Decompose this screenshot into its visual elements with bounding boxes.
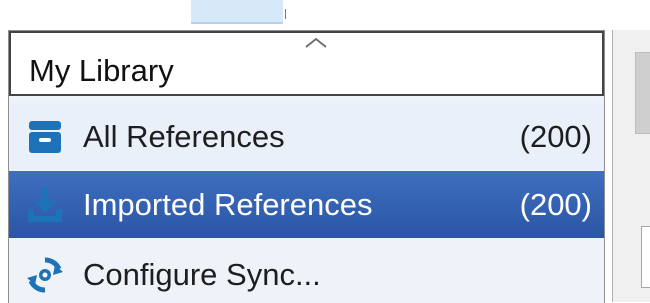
library-item-label: Configure Sync... — [83, 257, 321, 292]
right-pane-field[interactable] — [641, 226, 650, 288]
library-header[interactable]: My Library — [9, 31, 604, 96]
right-pane — [612, 30, 650, 302]
sync-icon — [27, 257, 63, 293]
chevron-up-icon[interactable] — [305, 38, 327, 48]
library-item-all-references[interactable]: All References (200) — [9, 103, 604, 170]
scrollbar-thumb[interactable] — [635, 52, 650, 134]
library-panel: My Library All References (200) Imported… — [8, 30, 605, 303]
library-item-configure-sync[interactable]: Configure Sync... — [9, 241, 604, 303]
library-item-count: (200) — [519, 187, 592, 222]
archive-box-icon — [29, 121, 61, 153]
download-icon — [28, 187, 62, 222]
library-item-label: Imported References — [83, 187, 373, 222]
library-item-imported-references[interactable]: Imported References (200) — [9, 171, 604, 238]
top-tab[interactable] — [191, 0, 283, 24]
library-item-label: All References — [83, 119, 285, 154]
library-title: My Library — [29, 53, 174, 88]
top-toolbar-strip — [0, 0, 650, 30]
toolbar-divider — [285, 9, 286, 19]
library-item-count: (200) — [519, 119, 592, 154]
